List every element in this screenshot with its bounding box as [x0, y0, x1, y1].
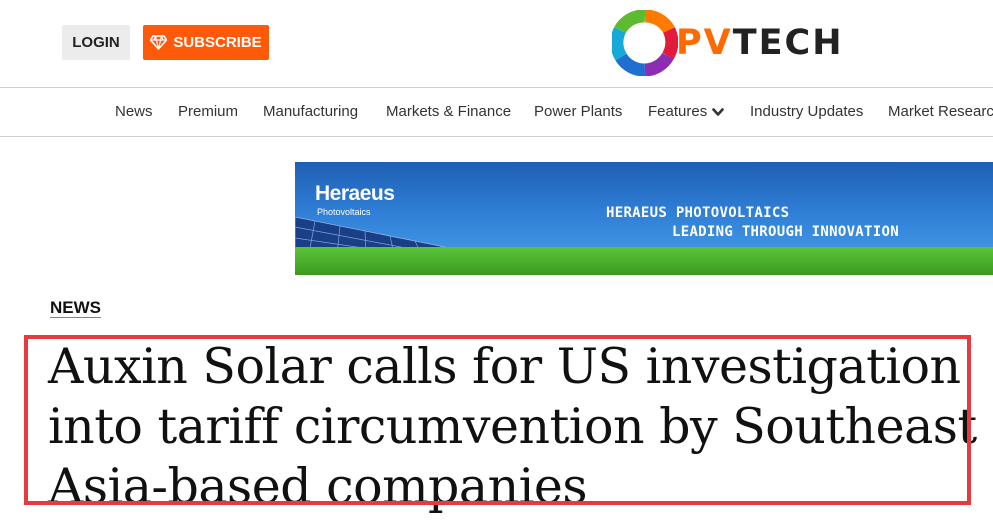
logo-wordmark: PV TECH: [676, 23, 844, 63]
banner-brand: Heraeus: [315, 182, 395, 205]
chevron-down-icon: [712, 107, 725, 116]
pvtech-logo[interactable]: PV TECH: [612, 10, 892, 76]
top-bar: LOGIN SUBSCRIBE PV TECH: [0, 0, 993, 88]
login-button[interactable]: LOGIN: [62, 25, 130, 60]
nav-item-premium[interactable]: Premium: [178, 103, 238, 120]
nav-item-power-plants[interactable]: Power Plants: [534, 103, 622, 120]
subscribe-button[interactable]: SUBSCRIBE: [143, 25, 269, 60]
banner-tagline-1: HERAEUS PHOTOVOLTAICS: [606, 205, 790, 221]
ad-banner[interactable]: Heraeus Photovoltaics HERAEUS PHOTOVOLTA…: [295, 162, 993, 275]
banner-grass: [295, 247, 993, 275]
nav-item-features[interactable]: Features: [648, 103, 725, 120]
diamond-icon: [150, 35, 168, 50]
article-headline: Auxin Solar calls for US investigation i…: [48, 338, 977, 515]
subscribe-label: SUBSCRIBE: [173, 34, 262, 51]
logo-ring-icon: [612, 10, 678, 76]
logo-text-tech: TECH: [732, 23, 844, 63]
nav-item-markets-finance[interactable]: Markets & Finance: [386, 103, 511, 120]
logo-text-pv: PV: [676, 23, 733, 63]
article-category[interactable]: NEWS: [50, 298, 101, 318]
main-nav: News Premium Manufacturing Markets & Fin…: [0, 87, 993, 137]
banner-subbrand: Photovoltaics: [317, 207, 371, 217]
nav-item-market-research[interactable]: Market Research: [888, 103, 993, 120]
nav-item-features-label: Features: [648, 103, 708, 120]
nav-item-industry-updates[interactable]: Industry Updates: [750, 103, 863, 120]
nav-item-manufacturing[interactable]: Manufacturing: [263, 103, 358, 120]
banner-tagline-2: LEADING THROUGH INNOVATION: [672, 224, 899, 240]
nav-item-news[interactable]: News: [115, 103, 153, 120]
